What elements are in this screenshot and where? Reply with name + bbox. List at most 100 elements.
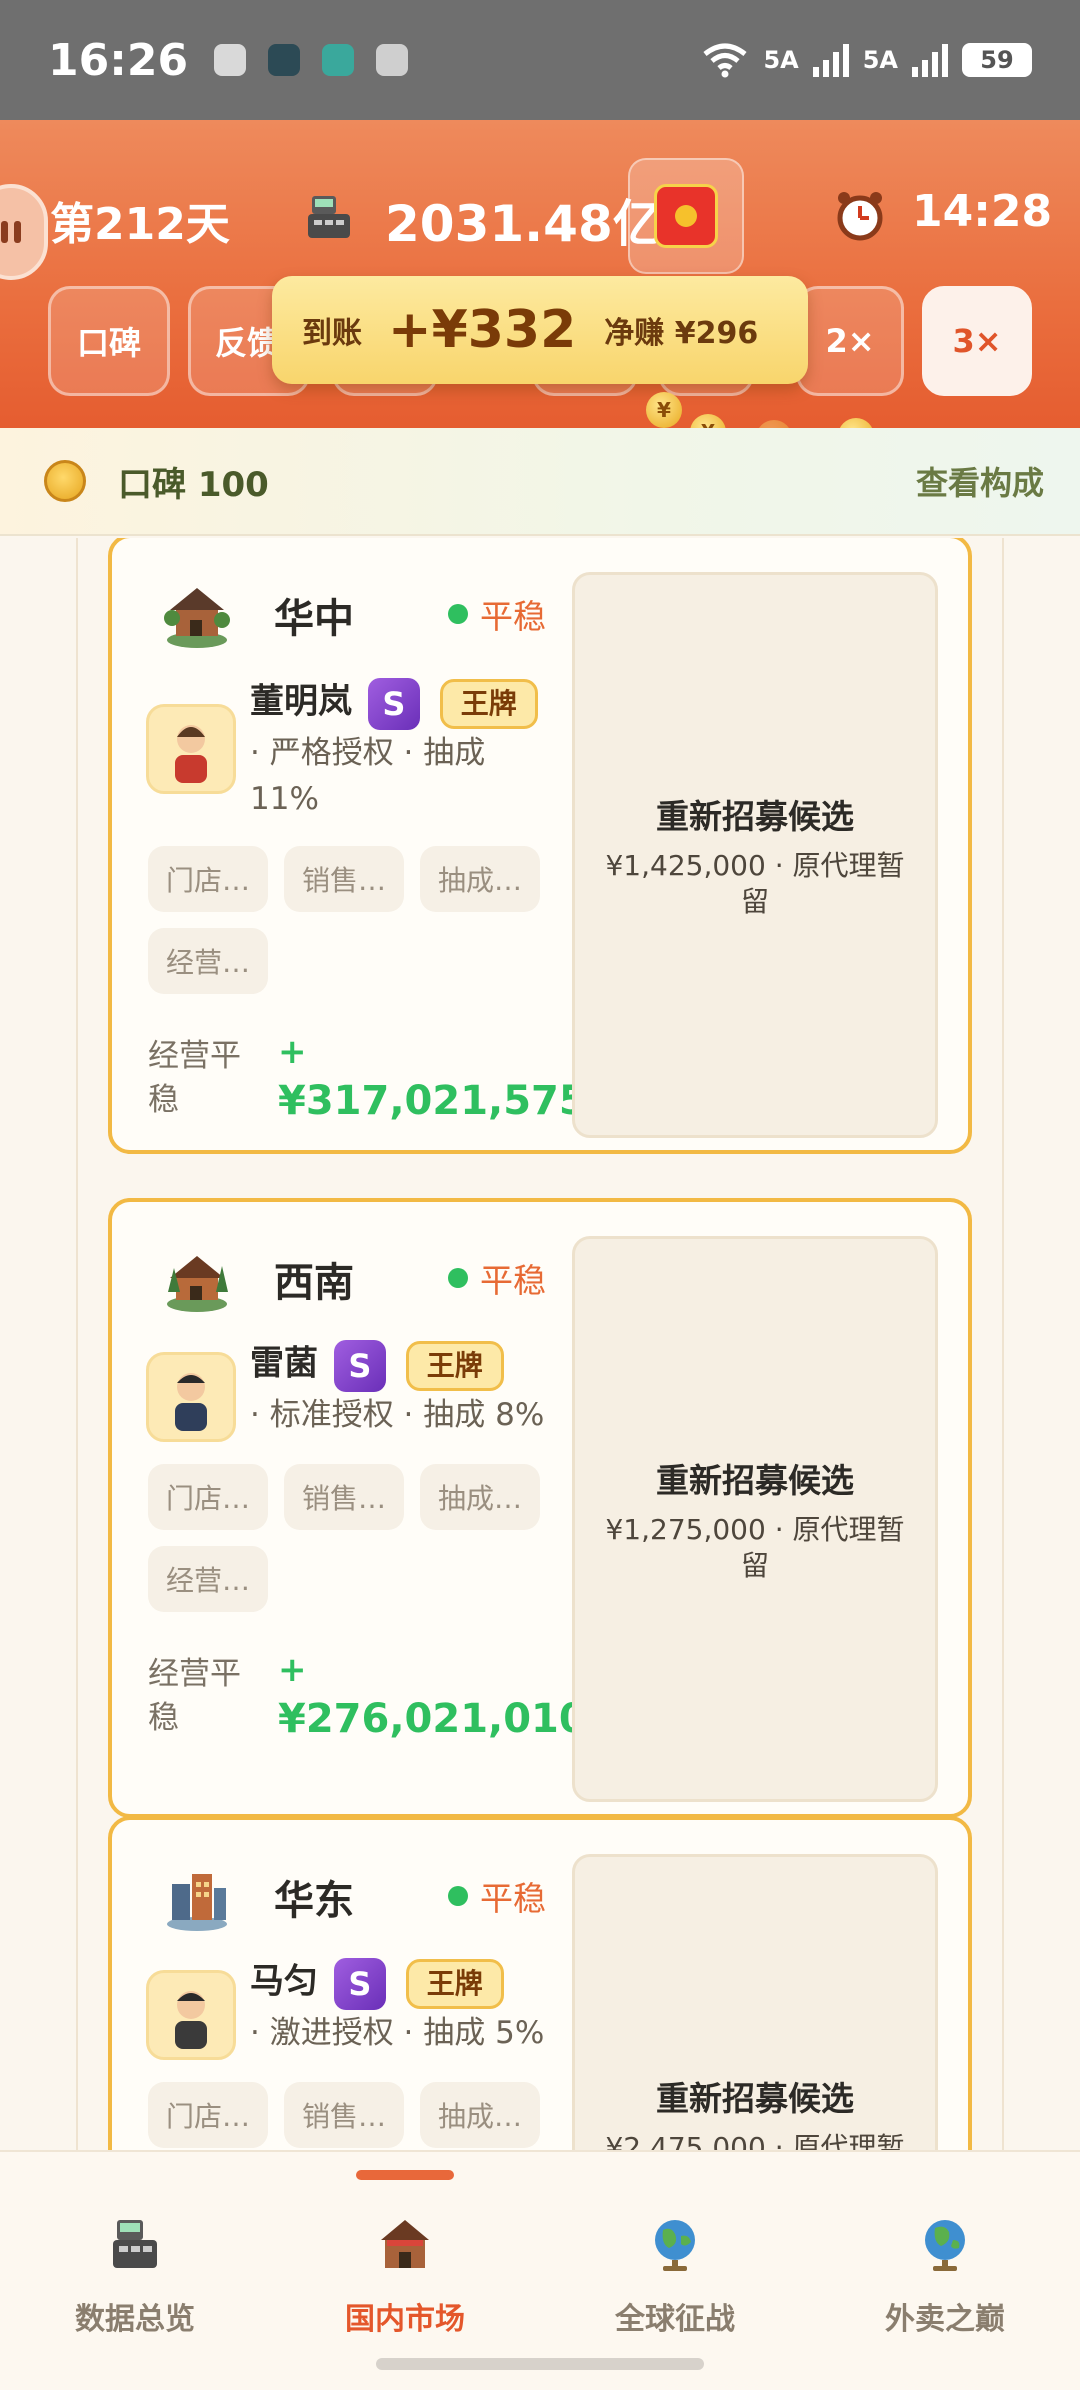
agent-avatar: [146, 1970, 236, 2060]
speed-3x-button[interactable]: 3×: [922, 286, 1032, 396]
network-label: 5A: [862, 46, 898, 74]
rank-badge: S: [333, 1958, 386, 2010]
shop-building-icon: [381, 2220, 429, 2268]
region-name: 西南: [274, 1260, 354, 1306]
app-notification-icon: [322, 44, 355, 76]
bottom-nav: 数据总览 国内市场 全球征战 外卖之巅: [0, 2150, 1080, 2390]
tag-operation[interactable]: 经营…: [148, 1546, 268, 1612]
profit-sign: +: [278, 1650, 307, 1690]
region-status: 平稳: [480, 597, 546, 636]
agent-info: 马匀 S 王牌 · 激进授权 · 抽成 5%: [250, 1958, 550, 2056]
reputation-bar: 口碑 100 查看构成: [0, 428, 1080, 536]
region-building-icon: [164, 588, 230, 648]
tag-store[interactable]: 门店…: [148, 846, 268, 912]
status-time: 16:26: [48, 34, 189, 86]
medal-icon: [44, 460, 86, 502]
income-toast: 到账 +¥332 净赚 ¥296: [272, 276, 808, 384]
cash-register-icon: [308, 196, 350, 238]
agent-terms: · 激进授权 · 抽成 5%: [250, 2015, 545, 2051]
battery-icon: 59: [962, 43, 1032, 77]
toast-net-profit: 净赚 ¥296: [604, 316, 759, 351]
profit-sign: +: [278, 1032, 307, 1072]
status-indicator: [448, 1886, 468, 1906]
rank-badge: S: [367, 678, 420, 730]
nav-label: 全球征战: [615, 2302, 735, 2337]
agent-info: 董明岚 S 王牌 · 严格授权 · 抽成 11%: [250, 678, 550, 822]
speed-2x-button[interactable]: 2×: [796, 286, 904, 396]
coin-icon: ¥: [646, 392, 682, 428]
tag-store[interactable]: 门店…: [148, 2082, 268, 2148]
reputation-score: 口碑 100: [118, 464, 269, 505]
region-list[interactable]: 华中 平稳 董明岚 S 王牌 · 严格授权 · 抽成 11% 门店… 销售… 抽…: [0, 538, 1080, 2150]
ace-badge: 王牌: [439, 679, 538, 729]
recruit-candidate-panel[interactable]: 重新招募候选 ¥1,425,000 · 原代理暂留: [572, 572, 938, 1138]
tag-sales[interactable]: 销售…: [284, 1464, 404, 1530]
red-packet-button[interactable]: [628, 158, 744, 274]
toast-amount: +¥332: [388, 300, 577, 360]
cash-register-icon: [113, 2220, 157, 2268]
rank-badge: S: [333, 1340, 386, 1392]
recruit-title: 重新招募候选: [656, 2079, 854, 2118]
tag-sales[interactable]: 销售…: [284, 846, 404, 912]
tag-sales[interactable]: 销售…: [284, 2082, 404, 2148]
globe-icon: [925, 2220, 965, 2271]
signal-icon: [812, 44, 849, 77]
tag-commission[interactable]: 抽成…: [420, 846, 540, 912]
view-composition-link[interactable]: 查看构成: [916, 458, 1044, 504]
home-indicator[interactable]: [376, 2358, 704, 2370]
region-card: 西南 平稳 雷菌 S 王牌 · 标准授权 · 抽成 8% 门店… 销售… 抽成……: [108, 1198, 972, 1818]
red-packet-icon: [654, 184, 718, 248]
agent-avatar: [146, 1352, 236, 1442]
tag-store[interactable]: 门店…: [148, 1464, 268, 1530]
nav-domestic-market[interactable]: 国内市场: [270, 2214, 540, 2338]
region-name: 华中: [274, 596, 354, 642]
agent-terms: · 标准授权 · 抽成 8%: [250, 1397, 545, 1433]
nav-label: 数据总览: [75, 2302, 195, 2337]
game-timer: 14:28: [912, 186, 1053, 237]
region-card: 华中 平稳 董明岚 S 王牌 · 严格授权 · 抽成 11% 门店… 销售… 抽…: [108, 538, 972, 1154]
agent-name: 雷菌: [250, 1343, 318, 1384]
profit-amount: ¥276,021,010: [278, 1696, 587, 1742]
recruit-title: 重新招募候选: [656, 1461, 854, 1500]
nav-data-overview[interactable]: 数据总览: [0, 2214, 270, 2338]
recruit-cost: ¥1,275,000 · 原代理暂留: [605, 1513, 905, 1582]
recruit-candidate-panel[interactable]: 重新招募候选 ¥2,475,000 · 原代理暂留: [572, 1854, 938, 2150]
alarm-clock-icon: [837, 192, 883, 241]
tag-commission[interactable]: 抽成…: [420, 1464, 540, 1530]
region-card: 华东 平稳 马匀 S 王牌 · 激进授权 · 抽成 5% 门店… 销售… 抽成……: [108, 1816, 972, 2150]
profit-amount: ¥317,021,575: [278, 1078, 587, 1124]
region-building-icon: [167, 1874, 227, 1931]
pause-button[interactable]: [0, 184, 48, 280]
money-total: 2031.48亿: [385, 195, 663, 253]
active-tab-indicator: [356, 2170, 454, 2180]
nav-delivery-summit[interactable]: 外卖之巅: [810, 2214, 1080, 2338]
status-bar: 16:26 5A 5A 59: [0, 0, 1080, 120]
wifi-icon: [703, 43, 747, 78]
signal-icon: [912, 44, 948, 77]
status-indicator: [448, 604, 468, 624]
operation-status: 经营平稳: [148, 1038, 241, 1118]
recruit-candidate-panel[interactable]: 重新招募候选 ¥1,275,000 · 原代理暂留: [572, 1236, 938, 1802]
region-status: 平稳: [480, 1879, 546, 1918]
agent-avatar: [146, 704, 236, 794]
tag-operation[interactable]: 经营…: [148, 928, 268, 994]
agent-info: 雷菌 S 王牌 · 标准授权 · 抽成 8%: [250, 1340, 550, 1438]
ace-badge: 王牌: [405, 1341, 504, 1391]
nav-global-conquest[interactable]: 全球征战: [540, 2214, 810, 2338]
tag-commission[interactable]: 抽成…: [420, 2082, 540, 2148]
globe-icon: [655, 2220, 695, 2271]
app-notification-icon: [376, 44, 409, 76]
status-indicator: [448, 1268, 468, 1288]
operation-status: 经营平稳: [148, 1656, 241, 1736]
agent-name: 董明岚: [250, 681, 352, 722]
pause-icon: [1, 221, 8, 243]
day-counter: 第212天: [50, 199, 230, 250]
region-name: 华东: [274, 1878, 354, 1924]
app-notification-icon: [268, 44, 301, 76]
region-building-icon: [167, 1256, 228, 1312]
recruit-cost: ¥1,425,000 · 原代理暂留: [605, 849, 905, 918]
agent-name: 马匀: [250, 1961, 318, 2002]
recruit-cost: ¥2,475,000 · 原代理暂留: [605, 2131, 905, 2150]
chip-reputation[interactable]: 口碑: [48, 286, 170, 396]
nav-label: 国内市场: [345, 2302, 465, 2337]
